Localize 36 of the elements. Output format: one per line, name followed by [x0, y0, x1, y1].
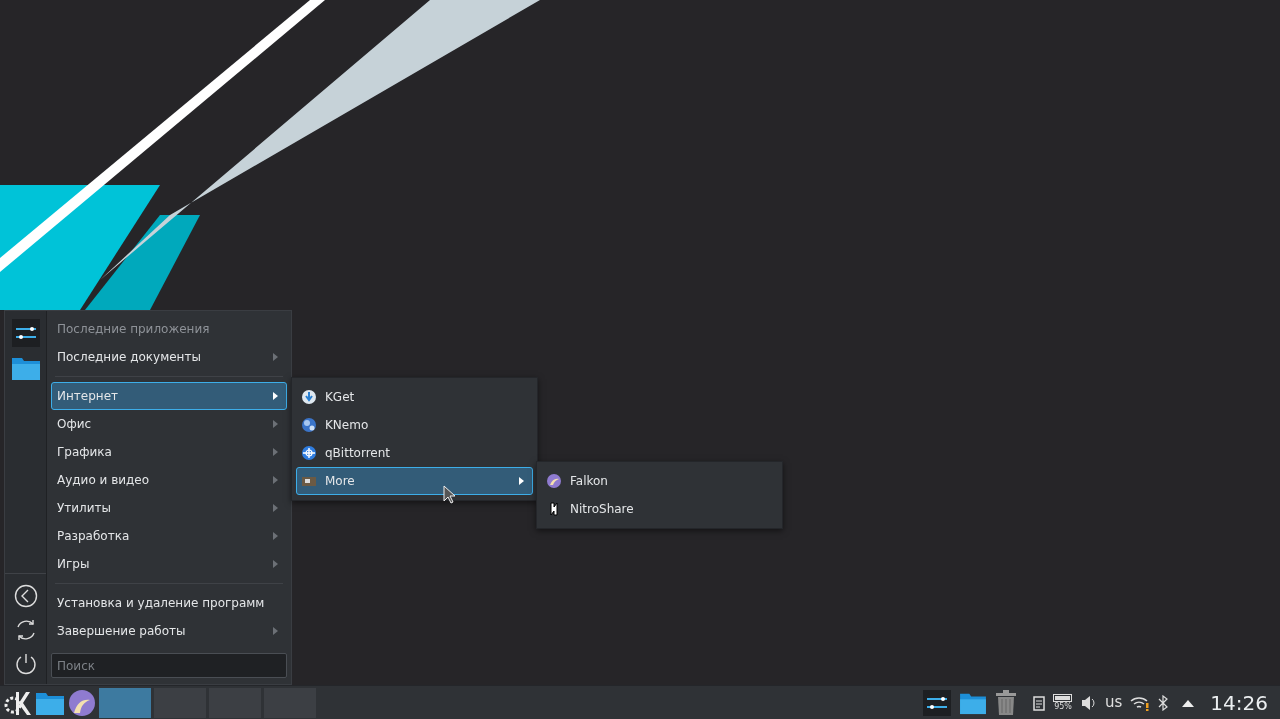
menu-item[interactable]: NitroShare [541, 495, 778, 523]
trash-icon[interactable] [995, 689, 1018, 716]
section-header: Последние приложения [56, 321, 211, 338]
keyboard-layout[interactable]: us [1105, 691, 1123, 714]
clipboard-icon[interactable] [1033, 694, 1046, 711]
search-field[interactable]: Поиск [51, 653, 287, 678]
menu-item[interactable]: Последние документы [51, 343, 287, 371]
falcon-icon [546, 473, 562, 489]
menu-item[interactable]: Игры [51, 550, 287, 578]
menu-item[interactable]: Установка и удаление программ [51, 589, 287, 617]
menu-item[interactable]: Утилиты [51, 494, 287, 522]
menu-item[interactable]: qBittorrent [296, 439, 533, 467]
menu-item[interactable]: Графика [51, 438, 287, 466]
menu-item[interactable]: Falkon [541, 467, 778, 495]
menu-item[interactable]: Разработка [51, 522, 287, 550]
download-icon [301, 389, 317, 405]
menu-item[interactable]: KNemo [296, 411, 533, 439]
menu-item[interactable]: Интернет [51, 382, 287, 410]
menu-item[interactable]: Аудио и видео [51, 466, 287, 494]
menu-item[interactable]: More [296, 467, 533, 495]
speaker-icon[interactable] [1081, 694, 1098, 711]
bird-icon[interactable] [68, 688, 96, 717]
wifi-warning-icon[interactable] [1130, 694, 1151, 711]
expand-arrow-icon[interactable] [1182, 698, 1195, 707]
menu-item[interactable]: Офис [51, 410, 287, 438]
bluetooth-icon[interactable] [1158, 694, 1169, 711]
network-icon [301, 417, 317, 433]
settings-sliders-icon[interactable] [11, 319, 40, 347]
power-icon[interactable] [13, 652, 38, 676]
menu-item[interactable]: Завершение работы [51, 617, 287, 645]
mouse-cursor-icon [443, 485, 455, 504]
battery-indicator[interactable]: 95% [1053, 694, 1074, 711]
torrent-icon [301, 445, 317, 461]
settings-sliders-icon[interactable] [923, 689, 952, 716]
clock[interactable]: 14:26 [1202, 687, 1276, 718]
menu-item[interactable]: KGet [296, 383, 533, 411]
